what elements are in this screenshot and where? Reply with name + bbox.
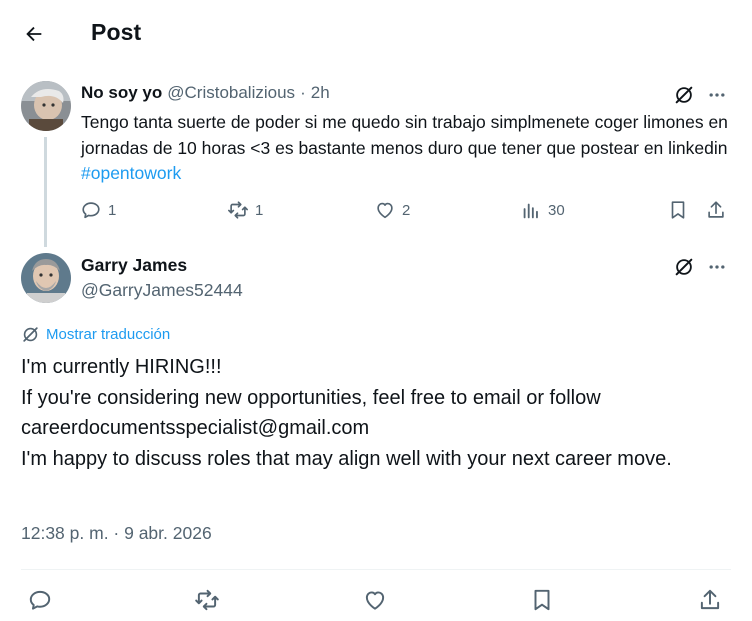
avatar[interactable]: [21, 81, 71, 131]
grok-icon: [675, 86, 693, 104]
page-title: Post: [91, 19, 142, 45]
separator: ·: [300, 83, 306, 102]
user-handle[interactable]: @GarryJames52444: [81, 280, 243, 301]
tweet-text: Tengo tanta suerte de poder si me quedo …: [81, 110, 731, 187]
tweet-time[interactable]: 2h: [311, 83, 330, 103]
hashtag-link[interactable]: #opentowork: [81, 163, 181, 183]
divider: [21, 569, 731, 570]
translate-label: Mostrar traducción: [46, 326, 171, 343]
user-handle[interactable]: @Cristobalizious: [167, 83, 295, 103]
show-translation-link[interactable]: Mostrar traducción: [21, 325, 170, 344]
avatar[interactable]: [21, 253, 71, 303]
repost-icon: [195, 589, 219, 611]
share-icon: [708, 201, 724, 218]
views-button[interactable]: 30: [520, 199, 565, 221]
tweet-line: If you're considering new opportunities,…: [21, 386, 601, 409]
tweet-timestamp[interactable]: 12:38 p. m. · 9 abr. 2026: [21, 523, 212, 544]
grok-button[interactable]: [671, 82, 697, 108]
repost-button[interactable]: 1: [227, 199, 263, 221]
reply-button[interactable]: 1: [80, 199, 116, 221]
display-name[interactable]: Garry James: [81, 255, 187, 276]
share-button[interactable]: [705, 199, 727, 221]
tweet-text: I'm currently HIRING!!! If you're consid…: [21, 352, 721, 474]
heart-icon: [365, 591, 385, 610]
tweet-body: Tengo tanta suerte de poder si me quedo …: [81, 112, 728, 158]
tweet-meta: No soy yo @Cristobalizious · 2h: [81, 83, 330, 103]
avatar-image: [21, 253, 71, 303]
like-button[interactable]: [360, 585, 390, 615]
display-name[interactable]: No soy yo: [81, 83, 162, 103]
share-icon: [700, 589, 720, 610]
tweet-line: careerdocumentsspecialist@gmail.com: [21, 417, 370, 439]
avatar-image: [21, 81, 71, 131]
more-dots-icon: [709, 93, 725, 97]
tweet-line: I'm currently HIRING!!!: [21, 356, 222, 378]
grok-icon: [23, 327, 38, 342]
arrow-left-icon: [26, 26, 42, 42]
more-dots-icon: [709, 265, 725, 269]
grok-button[interactable]: [671, 254, 697, 280]
tweet-actions: [0, 585, 752, 615]
like-count: 2: [402, 201, 411, 219]
repost-icon: [228, 201, 248, 219]
heart-icon: [377, 202, 393, 219]
like-button[interactable]: 2: [374, 199, 410, 221]
repost-count: 1: [255, 201, 264, 219]
reply-icon: [82, 202, 100, 219]
thread-connector-line: [44, 137, 47, 247]
more-options-button[interactable]: [704, 254, 730, 280]
tweet-actions: 1 1 2 30: [78, 199, 730, 225]
repost-button[interactable]: [192, 585, 222, 615]
share-button[interactable]: [695, 585, 725, 615]
more-options-button[interactable]: [704, 82, 730, 108]
tweet-line: I'm happy to discuss roles that may alig…: [21, 447, 672, 470]
page-header: Post: [0, 0, 752, 68]
bookmark-icon: [534, 589, 550, 611]
bookmark-button[interactable]: [667, 199, 689, 221]
bookmark-icon: [671, 201, 685, 219]
reply-icon: [29, 590, 51, 610]
analytics-icon: [523, 203, 538, 219]
reply-count: 1: [108, 201, 117, 219]
reply-button[interactable]: [25, 585, 55, 615]
view-count: 30: [548, 201, 565, 219]
back-button[interactable]: [14, 14, 54, 54]
bookmark-button[interactable]: [527, 585, 557, 615]
grok-icon: [675, 258, 693, 276]
